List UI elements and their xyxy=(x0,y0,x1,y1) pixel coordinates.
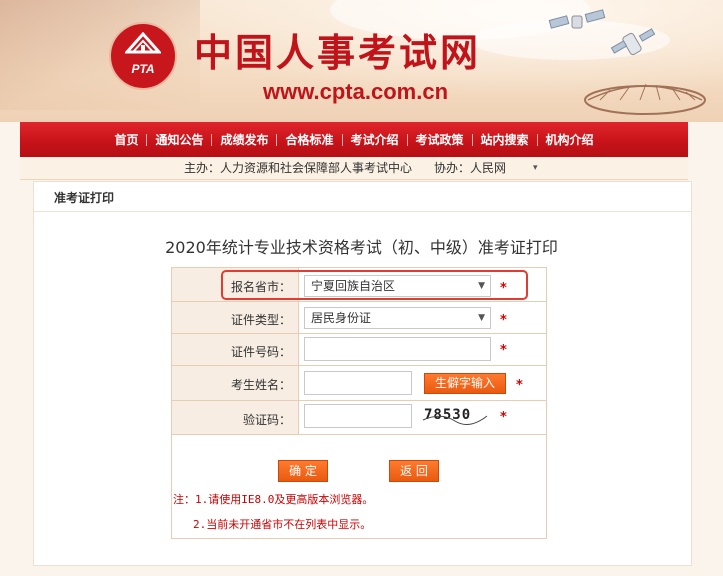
idnum-label: 证件号码： xyxy=(230,345,291,359)
idtype-label-cell: 证件类型： xyxy=(172,302,299,333)
nav-item-about[interactable]: 机构介绍 xyxy=(538,132,602,148)
required-mark: * xyxy=(500,313,507,328)
logo-roof-icon xyxy=(125,32,161,54)
province-highlight-box xyxy=(221,270,528,300)
captcha-label-cell: 验证码： xyxy=(172,401,299,434)
spacecraft-icon xyxy=(610,28,656,56)
dropdown-arrow-icon: ▾ xyxy=(533,163,538,173)
name-label-cell: 考生姓名： xyxy=(172,366,299,400)
organizer-bar: 主办：人力资源和社会保障部人事考试中心 协办：人民网 ▾ xyxy=(20,157,688,180)
name-label: 考生姓名： xyxy=(230,378,291,392)
co-organizer[interactable]: 协办：人民网 xyxy=(434,157,506,179)
name-input[interactable] xyxy=(304,371,412,395)
rare-char-input-button[interactable]: 生僻字输入 xyxy=(424,373,506,394)
site-header: PTA 中国人事考试网 www.cpta.com.cn xyxy=(0,0,723,122)
site-name: 中国人事考试网 xyxy=(194,31,482,75)
idtype-label: 证件类型： xyxy=(230,313,291,327)
idtype-select[interactable]: 居民身份证 ▼ xyxy=(304,307,491,329)
nav-item-notices[interactable]: 通知公告 xyxy=(147,132,211,148)
required-mark: * xyxy=(516,378,523,393)
captcha-label: 验证码： xyxy=(242,413,291,427)
idnum-label-cell: 证件号码： xyxy=(172,334,299,365)
chevron-down-icon: ▼ xyxy=(478,313,485,323)
main-nav: 首页 通知公告 成绩发布 合格标准 考试介绍 考试政策 站内搜索 机构介绍 xyxy=(20,122,688,158)
required-mark: * xyxy=(500,343,507,358)
satellite-icon xyxy=(548,9,606,29)
idnum-input[interactable] xyxy=(304,337,491,361)
nav-item-home[interactable]: 首页 xyxy=(106,132,146,148)
captcha-input[interactable] xyxy=(304,404,412,428)
required-mark: * xyxy=(500,410,507,425)
note-province: 2.当前未开通省市不在列表中显示。 xyxy=(193,518,372,531)
nav-item-exam-intro[interactable]: 考试介绍 xyxy=(343,132,407,148)
site-url: www.cpta.com.cn xyxy=(263,79,449,104)
pta-logo[interactable]: PTA xyxy=(109,22,177,90)
captcha-noise xyxy=(422,415,488,426)
captcha-image[interactable]: 78530 xyxy=(421,406,489,426)
confirm-button[interactable]: 确 定 xyxy=(278,460,328,482)
nav-item-search[interactable]: 站内搜索 xyxy=(473,132,537,148)
nav-item-standards[interactable]: 合格标准 xyxy=(277,132,341,148)
back-button[interactable]: 返 回 xyxy=(389,460,439,482)
nav-item-scores[interactable]: 成绩发布 xyxy=(212,132,276,148)
logo-text: PTA xyxy=(131,62,155,76)
form-title: 2020年统计专业技术资格考试（初、中级）准考证打印 xyxy=(165,238,558,257)
nav-item-policy[interactable]: 考试政策 xyxy=(408,132,472,148)
idtype-selected-value: 居民身份证 xyxy=(311,311,372,325)
divider xyxy=(34,211,691,212)
stadium-icon xyxy=(584,83,706,115)
host-organizer[interactable]: 主办：人力资源和社会保障部人事考试中心 xyxy=(184,157,412,179)
breadcrumb: 准考证打印 xyxy=(54,191,115,205)
note-browser: 注：1.请使用IE8.0及更高版本浏览器。 xyxy=(173,493,374,506)
